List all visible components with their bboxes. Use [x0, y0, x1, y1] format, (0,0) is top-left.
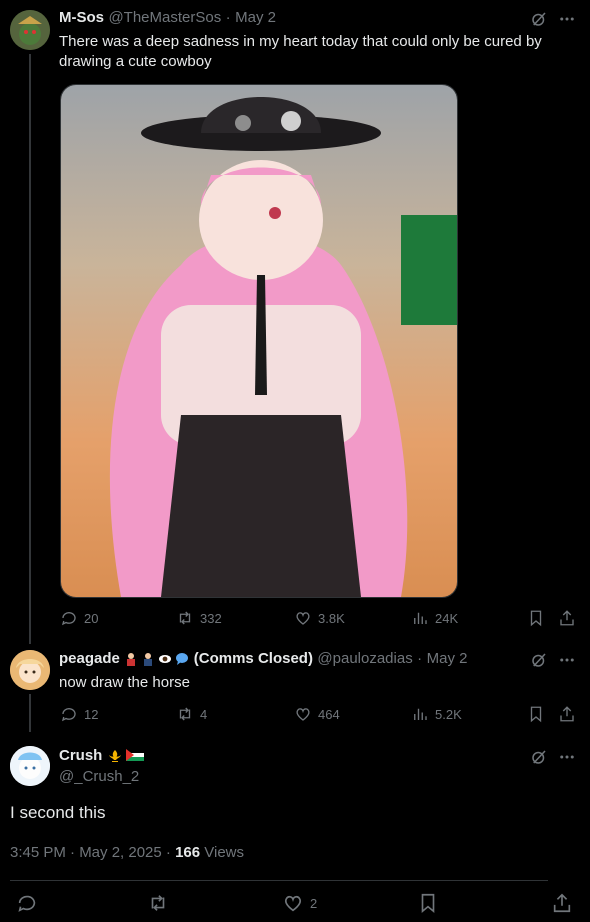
display-name[interactable]: Crush — [59, 747, 102, 764]
tweet-image[interactable] — [60, 84, 458, 598]
tweet-text: now draw the horse — [59, 674, 190, 691]
repost-button[interactable]: 4 — [176, 705, 207, 723]
repost-icon[interactable] — [147, 892, 169, 914]
thread-line — [29, 694, 31, 732]
separator: · — [225, 9, 231, 26]
eye-emoji-icon — [159, 654, 172, 663]
like-count: 2 — [310, 895, 318, 911]
bookmark-icon[interactable] — [527, 609, 545, 627]
divider — [10, 880, 548, 881]
reply-count: 12 — [84, 706, 99, 722]
bookmark-icon[interactable] — [527, 705, 545, 723]
timestamp[interactable]: 3:45 PM · May 2, 2025 · — [10, 844, 175, 861]
bookmark-icon[interactable] — [417, 892, 439, 914]
handle[interactable]: @_Crush_2 — [59, 768, 139, 785]
like-icon — [284, 895, 302, 912]
repost-count: 332 — [200, 610, 222, 626]
tweet-text: There was a deep sadness in my heart tod… — [59, 33, 542, 70]
like-button[interactable]: 2 — [282, 892, 317, 914]
like-icon — [296, 612, 310, 625]
display-name-suffix[interactable]: (Comms Closed) — [194, 650, 313, 667]
grok-icon[interactable] — [530, 748, 548, 766]
tweet-date[interactable]: May 2 — [235, 9, 276, 26]
fleur-de-lis-icon — [108, 749, 121, 762]
display-name[interactable]: M-Sos — [59, 9, 104, 26]
reply-button[interactable]: 20 — [60, 609, 98, 627]
views-button[interactable]: 5.2K — [411, 705, 462, 723]
share-icon[interactable] — [558, 705, 576, 723]
grok-icon[interactable] — [530, 651, 548, 669]
reply-icon — [61, 612, 76, 626]
tweet-meta: 3:45 PM · May 2, 2025 · 166 Views — [10, 844, 244, 861]
like-button[interactable]: 3.8K — [294, 609, 345, 627]
grok-icon[interactable] — [530, 10, 548, 28]
separator: · — [417, 650, 423, 667]
views-icon — [414, 612, 427, 624]
repost-icon — [179, 611, 191, 625]
person-emoji-icon — [127, 652, 136, 666]
views-count: 5.2K — [435, 706, 462, 722]
reply-icon — [61, 708, 76, 722]
views-label: Views — [200, 844, 245, 861]
emoji-icons — [124, 652, 189, 666]
like-count: 3.8K — [318, 610, 345, 626]
like-icon — [296, 708, 310, 721]
palestine-flag-icon — [125, 748, 144, 761]
avatar[interactable] — [10, 650, 50, 690]
like-button[interactable]: 464 — [294, 705, 340, 723]
repost-count: 4 — [200, 706, 208, 722]
avatar[interactable] — [10, 746, 50, 786]
main-tweet-text: I second this — [10, 803, 106, 822]
reply-button[interactable]: 12 — [60, 705, 98, 723]
handle[interactable]: @paulozadias — [317, 650, 412, 667]
person-emoji-icon — [144, 652, 153, 666]
thread-line — [29, 54, 31, 644]
views-count: 24K — [435, 610, 459, 626]
avatar[interactable] — [10, 10, 50, 50]
like-count: 464 — [318, 706, 340, 722]
display-name[interactable]: peagade — [59, 650, 120, 667]
repost-icon — [179, 707, 191, 721]
more-icon[interactable] — [558, 10, 576, 28]
more-icon[interactable] — [558, 748, 576, 766]
views-icon — [414, 708, 427, 720]
flag-icons — [107, 748, 144, 763]
reply-count: 20 — [84, 610, 99, 626]
illustration — [61, 85, 457, 597]
share-icon[interactable] — [558, 609, 576, 627]
views-button[interactable]: 24K — [411, 609, 458, 627]
tweet-date[interactable]: May 2 — [427, 650, 468, 667]
speech-bubble-emoji-icon — [176, 652, 189, 665]
views-count: 166 — [175, 844, 201, 861]
share-icon[interactable] — [551, 892, 573, 914]
repost-button[interactable]: 332 — [176, 609, 222, 627]
more-icon[interactable] — [558, 651, 576, 669]
reply-icon[interactable] — [16, 892, 38, 914]
handle[interactable]: @TheMasterSos — [108, 9, 221, 26]
